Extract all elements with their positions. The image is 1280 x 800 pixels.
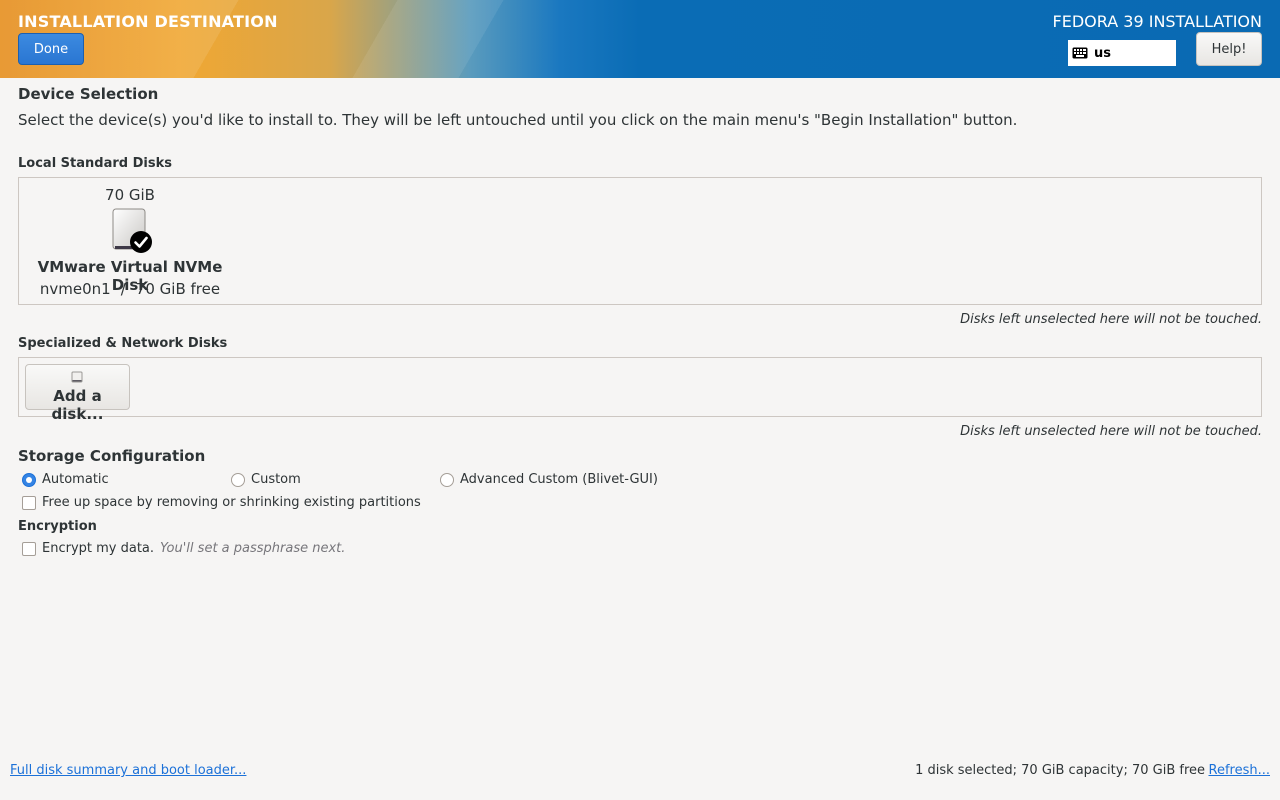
device-selection-description: Select the device(s) you'd like to insta… — [18, 111, 1018, 129]
device-selection-heading: Device Selection — [18, 85, 159, 103]
radio-custom-label: Custom — [251, 472, 301, 487]
product-title: FEDORA 39 INSTALLATION — [1052, 12, 1262, 31]
radio-advanced-custom[interactable]: Advanced Custom (Blivet-GUI) — [440, 472, 658, 487]
local-disks-hint: Disks left unselected here will not be t… — [960, 312, 1262, 327]
checkbox-indicator — [22, 541, 36, 556]
radio-advanced-custom-label: Advanced Custom (Blivet-GUI) — [460, 472, 658, 487]
checkbox-indicator — [22, 495, 36, 510]
encrypt-label: Encrypt my data. — [42, 541, 155, 556]
network-disks-panel: Add a disk... — [18, 357, 1262, 423]
full-disk-summary-link[interactable]: Full disk summary and boot loader... — [10, 763, 246, 778]
done-button[interactable]: Done — [18, 33, 84, 65]
radio-indicator — [440, 472, 454, 487]
add-disk-label: Add a disk... — [51, 387, 104, 423]
disk-nvme0n1[interactable]: 70 GiB VMware Virtual NVMe Disk nvme0n1/… — [19, 178, 241, 304]
keyboard-icon — [1072, 47, 1088, 59]
add-disk-button[interactable]: Add a disk... — [25, 364, 130, 423]
encryption-heading: Encryption — [18, 519, 97, 534]
network-disks-heading: Specialized & Network Disks — [18, 336, 228, 351]
local-disks-heading: Local Standard Disks — [18, 156, 172, 171]
storage-config-heading: Storage Configuration — [18, 447, 206, 465]
keyboard-layout-indicator[interactable]: us — [1068, 40, 1176, 66]
header-banner: INSTALLATION DESTINATION Done FEDORA 39 … — [0, 0, 1280, 78]
radio-automatic-label: Automatic — [42, 472, 109, 487]
radio-indicator — [231, 472, 245, 487]
refresh-link[interactable]: Refresh... — [1209, 763, 1271, 778]
disk-free: 70 GiB free — [135, 280, 221, 298]
help-button[interactable]: Help! — [1196, 32, 1262, 66]
disk-device: nvme0n1 — [39, 280, 111, 298]
free-up-space-label: Free up space by removing or shrinking e… — [42, 495, 421, 510]
disk-selection-summary: 1 disk selected; 70 GiB capacity; 70 GiB… — [915, 763, 1205, 778]
radio-indicator — [22, 472, 36, 487]
disk-add-icon — [71, 371, 83, 383]
keyboard-layout-label: us — [1094, 45, 1111, 61]
disk-size: 70 GiB — [105, 186, 155, 204]
free-up-space-checkbox[interactable]: Free up space by removing or shrinking e… — [22, 495, 421, 510]
local-disks-panel: 70 GiB VMware Virtual NVMe Disk nvme0n1/… — [18, 177, 1262, 305]
encrypt-note: You'll set a passphrase next. — [160, 541, 346, 556]
hard-disk-selected-icon — [112, 208, 152, 253]
radio-custom[interactable]: Custom — [231, 472, 301, 487]
encrypt-checkbox[interactable]: Encrypt my data. You'll set a passphrase… — [22, 541, 345, 556]
page-title: INSTALLATION DESTINATION — [18, 12, 278, 31]
disk-details: nvme0n1 / 70 GiB free — [19, 280, 241, 298]
radio-automatic[interactable]: Automatic — [22, 472, 109, 487]
disk-separator: / — [120, 280, 126, 298]
network-disks-hint: Disks left unselected here will not be t… — [960, 424, 1262, 439]
